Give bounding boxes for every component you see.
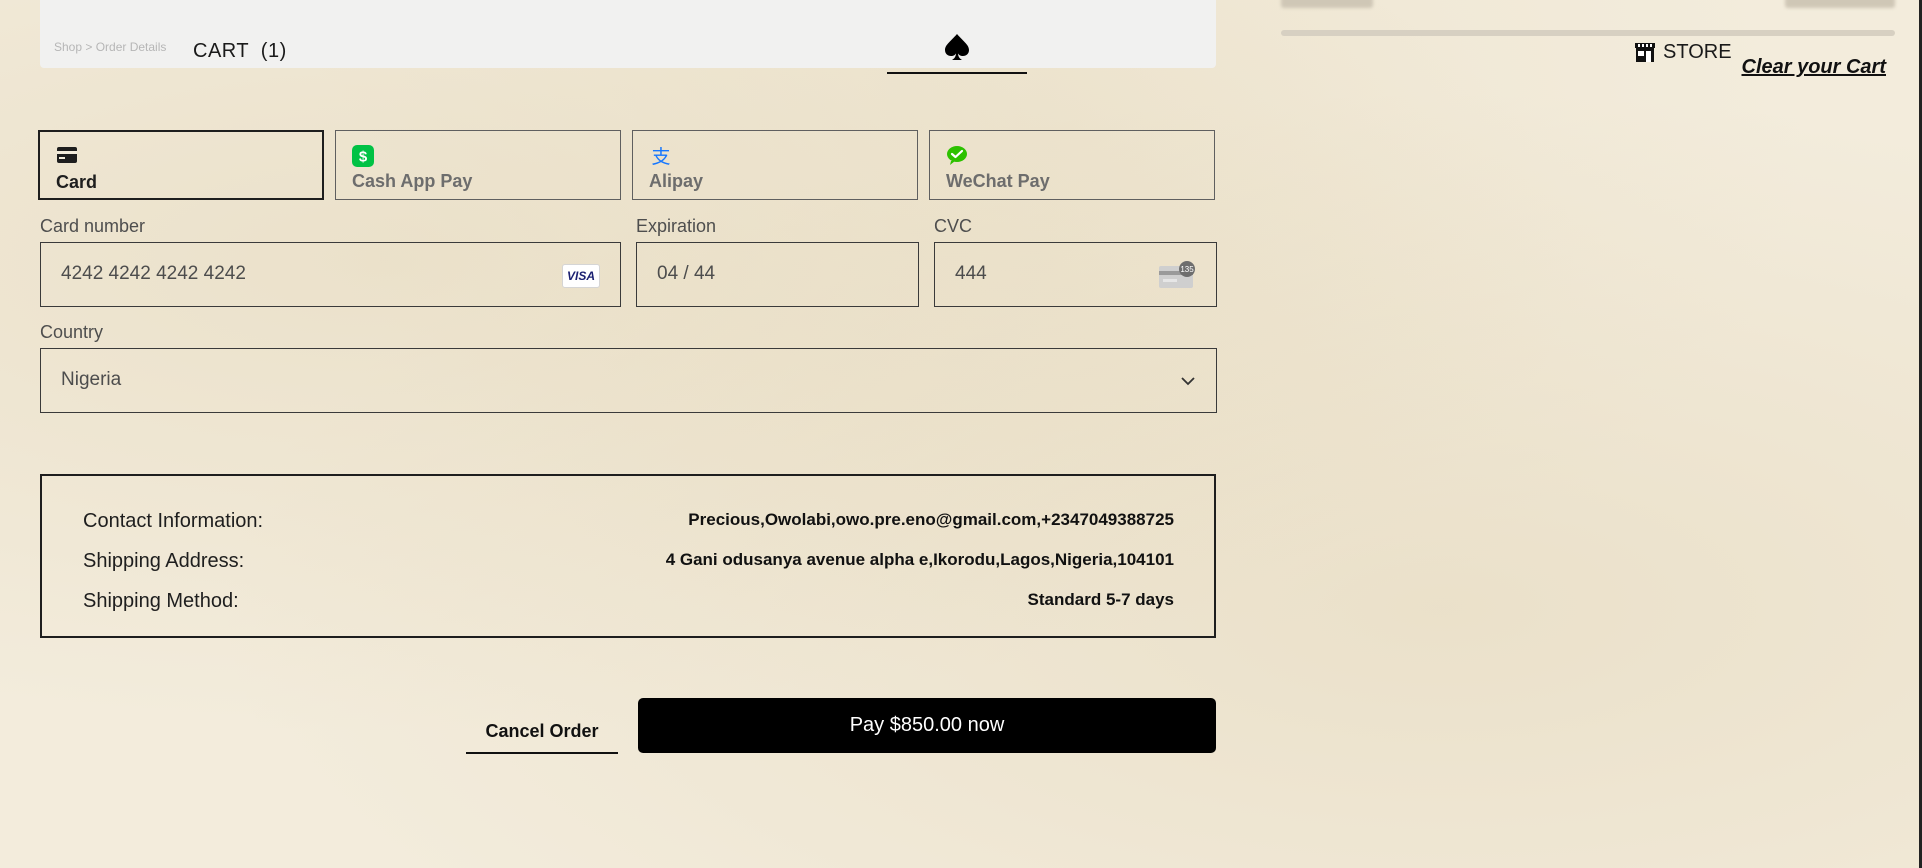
svg-text:支: 支 [651, 146, 670, 167]
cvc-label: CVC [934, 216, 973, 236]
cancel-order-button[interactable]: Cancel Order [466, 714, 618, 754]
shipping-address-label: Shipping Address: [83, 550, 245, 572]
chevron-down-icon [1181, 377, 1195, 386]
tab-card-label: Card [56, 172, 98, 192]
cvc-value: 444 [955, 263, 987, 284]
logo[interactable] [887, 24, 1027, 74]
expiration-input[interactable]: 04 / 44 [636, 242, 919, 307]
country-label: Country [40, 322, 104, 342]
store-link[interactable]: STORE [1633, 40, 1732, 64]
subtotal-label-placeholder [1281, 0, 1373, 8]
expiration-label: Expiration [636, 216, 717, 236]
tab-cash-app-pay[interactable]: $ Cash App Pay [335, 130, 621, 200]
order-summary-strip [1281, 0, 1895, 44]
tab-card[interactable]: Card [38, 130, 324, 200]
shipping-method-value: Standard 5-7 days [1027, 590, 1174, 609]
cvc-input[interactable]: 444 135 [934, 242, 1217, 307]
summary-divider [1281, 30, 1895, 36]
contact-info-value: Precious,Owolabi,owo.pre.eno@gmail.com,+… [688, 510, 1174, 529]
card-number-label: Card number [40, 216, 146, 236]
cart-count: (1) [260, 40, 287, 62]
order-details-summary: Contact Information: Precious,Owolabi,ow… [40, 474, 1216, 638]
country-value: Nigeria [61, 369, 122, 390]
subtotal-value-placeholder [1785, 0, 1895, 8]
tab-wechat-label: WeChat Pay [946, 171, 1050, 191]
svg-text:$: $ [359, 149, 368, 166]
tab-wechat-pay[interactable]: WeChat Pay [929, 130, 1215, 200]
country-select[interactable]: Nigeria [40, 348, 1217, 413]
expiration-value: 04 / 44 [657, 263, 716, 284]
spade-icon [945, 34, 969, 60]
cart-label: CART [193, 40, 249, 62]
card-number-value: 4242 4242 4242 4242 [61, 263, 246, 284]
cash-app-icon: $ [352, 145, 374, 167]
visa-icon: VISA [562, 264, 600, 288]
store-label: STORE [1663, 40, 1732, 63]
storefront-icon [1635, 43, 1655, 62]
wechat-icon [947, 146, 967, 165]
shipping-address-value: 4 Gani odusanya avenue alpha e,Ikorodu,L… [665, 550, 1174, 569]
card-icon [57, 147, 77, 163]
clear-cart-link[interactable]: Clear your Cart [1742, 56, 1887, 79]
pay-now-button[interactable]: Pay $850.00 now [638, 698, 1216, 753]
tab-alipay[interactable]: 支 Alipay [632, 130, 918, 200]
contact-info-label: Contact Information: [83, 510, 264, 532]
card-number-input[interactable]: 4242 4242 4242 4242 VISA [40, 242, 621, 307]
cvc-card-icon: 135 [1159, 261, 1195, 288]
tab-alipay-label: Alipay [649, 171, 704, 191]
cvc-hint-text: 135 [1180, 265, 1194, 274]
alipay-icon: 支 [651, 146, 670, 167]
tab-cash-app-label: Cash App Pay [352, 171, 473, 191]
cart-link[interactable]: CART (1) [193, 40, 287, 63]
breadcrumb: Shop > Order Details [54, 40, 167, 54]
shipping-method-label: Shipping Method: [83, 590, 239, 612]
